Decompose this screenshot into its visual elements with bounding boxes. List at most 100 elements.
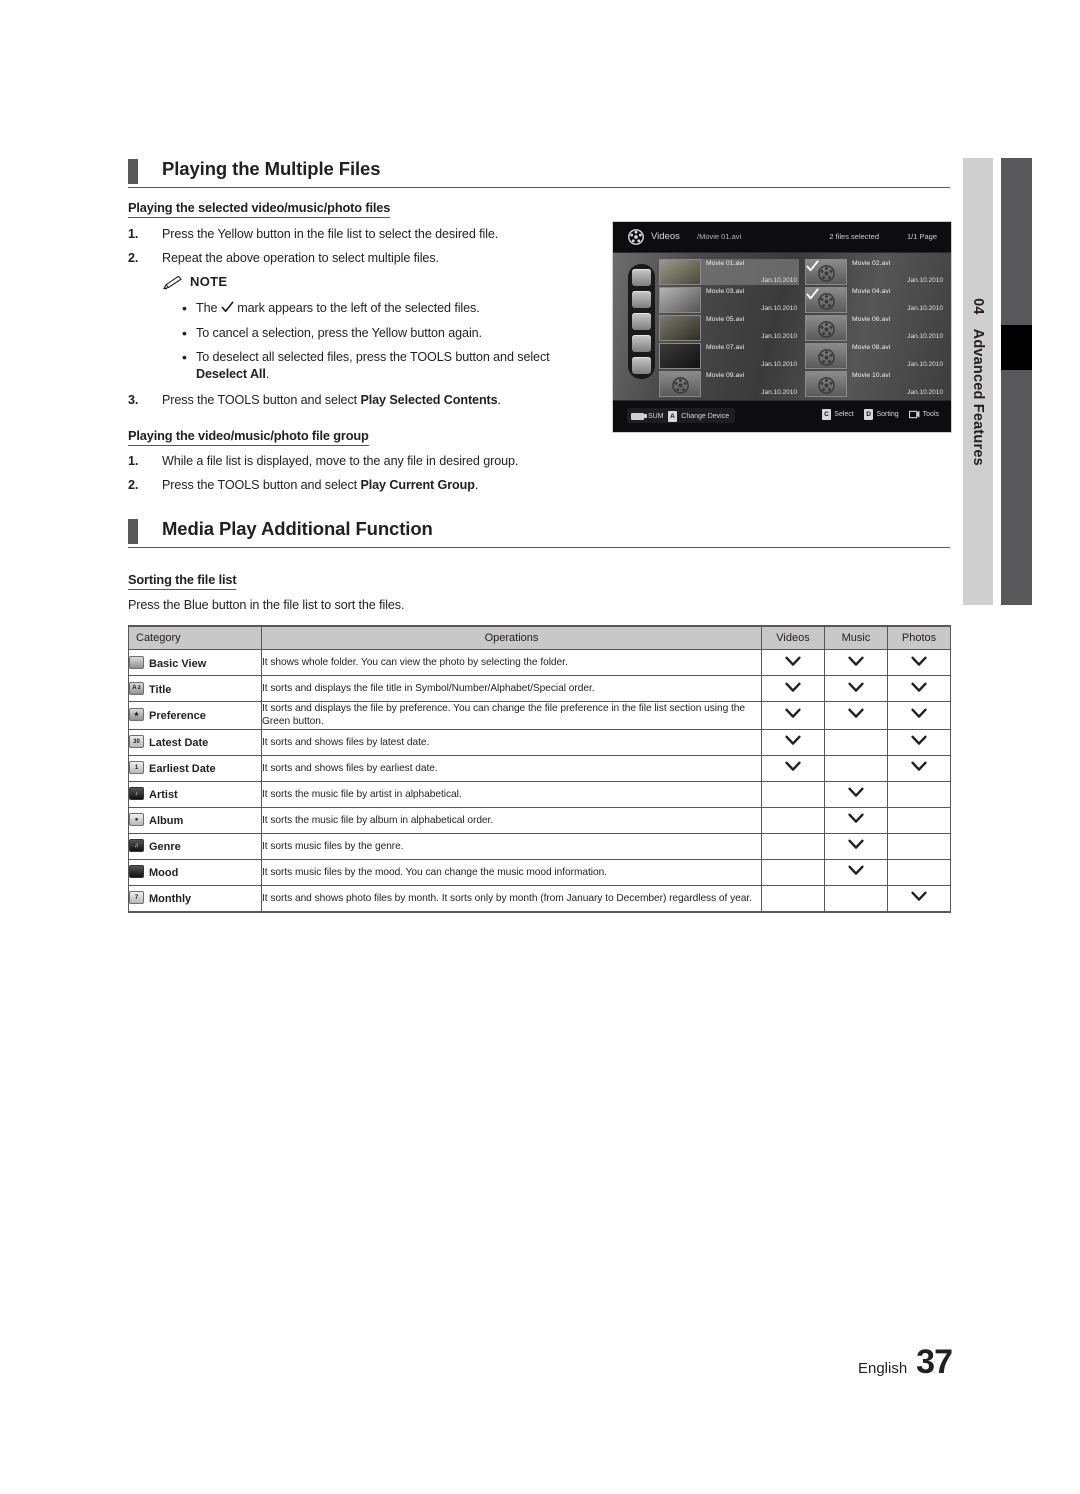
footer-language: English — [857, 1360, 908, 1377]
step-number: 2. — [128, 478, 139, 492]
photos-cell — [887, 884, 951, 913]
category-cell: Mood — [128, 858, 262, 886]
step-text: Repeat the above operation to select mul… — [162, 251, 439, 265]
tv-file-date: Jan.10.2010 — [761, 277, 797, 284]
film-reel-icon — [628, 229, 644, 245]
step-text: While a file list is displayed, move to … — [162, 454, 519, 468]
step-text-pre: Press the TOOLS button and select — [162, 478, 361, 492]
tv-file-item[interactable]: Movie 08.avi Jan.10.2010 — [805, 343, 945, 369]
tv-file-thumbnail — [805, 315, 847, 341]
photos-cell — [887, 649, 951, 676]
tv-sidebar-folder-icon[interactable] — [632, 269, 651, 286]
tv-key-d[interactable]: D — [863, 409, 874, 420]
tv-file-item[interactable]: Movie 10.avi Jan.10.2010 — [805, 371, 945, 397]
music-cell — [824, 832, 888, 860]
tv-file-name: Movie 07.avi — [706, 344, 745, 351]
chevron-down-icon — [785, 762, 801, 772]
music-cell — [824, 754, 888, 782]
tv-change-device-label[interactable]: Change Device — [681, 413, 729, 420]
category-cell: ♪ Artist — [128, 780, 262, 808]
tv-file-thumbnail — [659, 343, 701, 369]
col-header-music: Music — [824, 625, 888, 650]
category-label: Genre — [149, 841, 181, 854]
step-text: Press the Yellow button in the file list… — [162, 227, 499, 241]
tv-hint-sorting[interactable]: D Sorting — [863, 409, 899, 420]
tv-file-item[interactable]: Movie 04.avi Jan.10.2010 — [805, 287, 945, 313]
tv-file-date: Jan.10.2010 — [907, 333, 943, 340]
chevron-down-icon — [911, 736, 927, 746]
category-cell: 1 Earliest Date — [128, 754, 262, 782]
col-header-operations: Operations — [261, 625, 762, 650]
step-text-bold: Play Selected Contents — [360, 393, 498, 407]
chapter-number: 04 — [970, 297, 986, 315]
sorting-categories-table: Category Operations Videos Music Photos … — [128, 625, 951, 913]
tv-file-name: Movie 04.avi — [852, 288, 891, 295]
note-text-pre: To deselect all selected files, press th… — [196, 350, 550, 364]
table-row: Mood It sorts music files by the mood. Yo… — [128, 858, 951, 886]
tv-file-item[interactable]: Movie 09.avi Jan.10.2010 — [659, 371, 799, 397]
category-cell: Basic View — [128, 649, 262, 676]
category-cell: ★ Preference — [128, 701, 262, 730]
step-text-bold: Play Current Group — [360, 478, 475, 492]
tv-key-c[interactable]: C — [821, 409, 832, 420]
tv-file-item[interactable]: Movie 06.avi Jan.10.2010 — [805, 315, 945, 341]
tv-sort-sidebar[interactable] — [628, 264, 655, 379]
step-text-pre: Press the TOOLS button and select — [162, 393, 361, 407]
subheading-file-group: Playing the video/music/photo file group — [128, 428, 369, 446]
tv-sidebar-earliest-date-icon[interactable] — [632, 335, 651, 352]
photos-cell — [887, 858, 951, 886]
footer-page-number: 37 — [916, 1343, 953, 1381]
chevron-down-icon — [848, 682, 864, 692]
film-reel-icon — [818, 349, 835, 366]
monthly-icon: 7 — [129, 891, 144, 905]
page-footer: English 37 — [857, 1343, 953, 1382]
tv-key-a[interactable]: A — [667, 410, 678, 422]
tv-file-thumbnail — [659, 315, 701, 341]
tv-sidebar-title-sort-icon[interactable] — [632, 291, 651, 308]
chevron-down-icon — [848, 788, 864, 798]
tv-device-name: SUM — [648, 412, 664, 420]
chevron-down-icon — [911, 682, 927, 692]
section-title: Media Play Additional Function — [162, 518, 433, 539]
chevron-down-icon — [848, 866, 864, 876]
tv-file-name: Movie 03.avi — [706, 288, 745, 295]
tv-hint-select[interactable]: C Select — [821, 409, 854, 420]
tv-file-date: Jan.10.2010 — [761, 333, 797, 340]
pencil-icon — [163, 276, 182, 290]
music-cell — [824, 806, 888, 834]
table-row: ★ Preference It sorts and displays the fil… — [128, 701, 951, 730]
tv-sidebar-preference-star-icon[interactable] — [632, 357, 651, 374]
photos-cell — [887, 675, 951, 702]
usb-icon — [631, 412, 647, 420]
tv-file-thumbnail — [659, 287, 701, 313]
tv-file-date: Jan.10.2010 — [907, 305, 943, 312]
tv-hint-tools[interactable]: Tools — [908, 410, 939, 419]
tv-file-item[interactable]: Movie 07.avi Jan.10.2010 — [659, 343, 799, 369]
videos-cell — [761, 701, 825, 730]
genre-icon: ♫ — [129, 839, 144, 853]
music-cell — [824, 649, 888, 676]
tv-file-item[interactable]: Movie 05.avi Jan.10.2010 — [659, 315, 799, 341]
check-mark-icon — [806, 288, 819, 300]
tv-file-thumbnail — [805, 343, 847, 369]
music-cell — [824, 780, 888, 808]
category-label: Artist — [149, 789, 178, 802]
table-row: 7 Monthly It sorts and shows photo files b… — [128, 884, 951, 913]
step-item: 2. Press the TOOLS button and select Pla… — [128, 477, 598, 494]
section-heading-media-play-additional-function: Media Play Additional Function — [128, 518, 950, 548]
table-row: Basic View It shows whole folder. You can… — [128, 649, 951, 676]
videos-cell — [761, 858, 825, 886]
tv-file-item[interactable]: Movie 02.avi Jan.10.2010 — [805, 259, 945, 285]
tv-file-item[interactable]: Movie 01.avi Jan.10.2010 — [659, 259, 799, 285]
chapter-tab: 04 Advanced Features — [963, 158, 993, 605]
tv-sidebar-latest-date-icon[interactable] — [632, 313, 651, 330]
step-number: 1. — [128, 227, 139, 241]
category-cell: ● Album — [128, 806, 262, 834]
category-cell: A z Title — [128, 675, 262, 702]
subheading-selected-files: Playing the selected video/music/photo f… — [128, 200, 390, 218]
chevron-down-icon — [785, 709, 801, 719]
tv-file-name: Movie 06.avi — [852, 316, 891, 323]
tv-device-bar[interactable]: SUM A Change Device — [627, 408, 736, 423]
tv-file-item[interactable]: Movie 03.avi Jan.10.2010 — [659, 287, 799, 313]
tools-icon — [908, 410, 920, 419]
